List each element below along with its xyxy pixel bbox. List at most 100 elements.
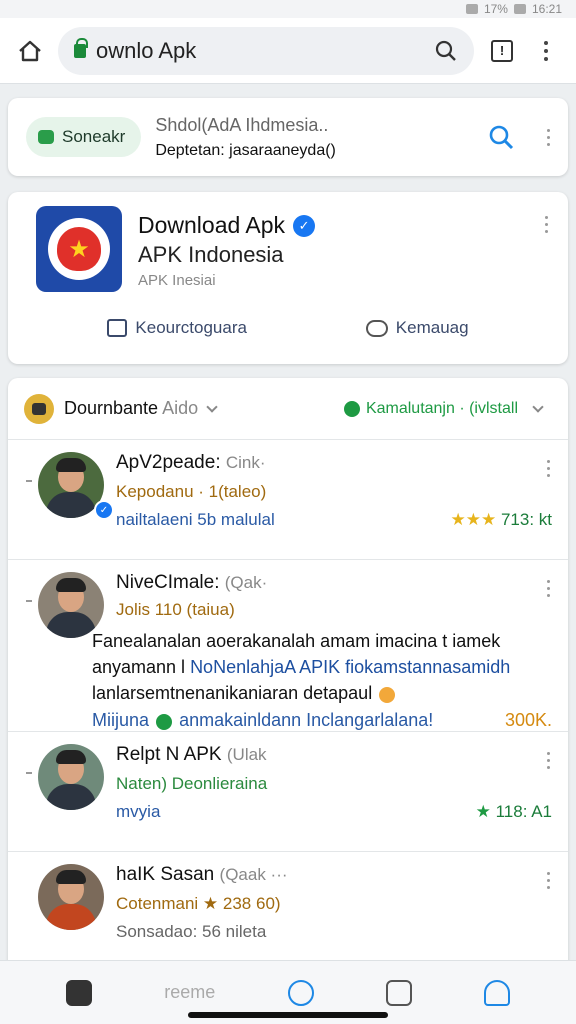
- review-footer: Sonsadao: 56 nileta: [116, 922, 552, 942]
- reviewer-name: NiveCImale:: [116, 572, 220, 593]
- review-name-row: NiveCImale: (Qak·: [116, 572, 552, 594]
- nav-label[interactable]: reeme: [164, 982, 215, 1003]
- app-title: Download Apk: [138, 212, 286, 238]
- review-footer: nailtalaeni 5b malulal ★★★ 713: kt: [116, 510, 552, 530]
- search-query: Shdol(AdA Ihdmesia..: [155, 114, 329, 135]
- app-card: ★ Download Apk ✓ APK Indonesia APK Inesi…: [8, 192, 568, 364]
- review-more-icon[interactable]: [547, 752, 550, 769]
- like-button[interactable]: Keourctoguara: [107, 318, 247, 338]
- review-meta: Kepodanu · 1(taleo): [116, 482, 267, 501]
- app-title-row: Download Apk ✓: [138, 212, 316, 239]
- filter-label: Kamalutanjn · (ivlstall: [365, 399, 518, 417]
- browser-menu-button[interactable]: [530, 35, 562, 67]
- tabs-icon[interactable]: [385, 979, 412, 1006]
- review-body-text: anyamann l: [92, 657, 191, 677]
- review-body-text: anmakainldann Inclangarlalana!: [179, 710, 434, 730]
- review-body-footer: Miijuna anmakainldann Inclangarlalana! 3…: [92, 707, 552, 734]
- tab-switcher-button[interactable]: !: [486, 35, 518, 67]
- camera-icon[interactable]: [66, 979, 93, 1006]
- review-body-link[interactable]: NoNenlahjaA APIK fiokamstannasamidh: [190, 657, 510, 677]
- reviews-card: Dournbante Aido Kamalutanjn · (ivlstall …: [8, 378, 568, 978]
- review-footer: mvyia ★ 118: A1: [116, 802, 552, 822]
- reviewer-name: ApV2peade:: [116, 452, 221, 473]
- reviewer-name: Relpt N APK: [116, 744, 222, 765]
- app-subtitle: APK Indonesia: [138, 242, 284, 267]
- home-button[interactable]: [14, 35, 46, 67]
- sort-avatar: [24, 393, 54, 424]
- review-body-line-2: anyamann l NoNenlahjaA APIK fiokamstanna…: [92, 654, 552, 680]
- rating-value: 713: kt: [500, 510, 552, 529]
- discover-icon[interactable]: [287, 979, 314, 1006]
- search-subtitle: Deptetan: jasaraaneyda(): [155, 141, 336, 159]
- browser-toolbar: ownlo Apk !: [0, 18, 576, 84]
- reviewer-tag: (Qaak ···: [219, 865, 288, 884]
- review-footer-text: mvyia: [116, 802, 161, 821]
- review-more-icon[interactable]: [547, 580, 550, 597]
- address-bar[interactable]: ownlo Apk: [58, 26, 474, 75]
- avatar[interactable]: [38, 864, 104, 930]
- home-icon: [19, 40, 41, 61]
- review-name-row: ApV2peade: Cink·: [116, 452, 552, 474]
- star-icons: ★★★: [450, 510, 497, 529]
- search-card: Soneakr Shdol(AdA Ihdmesia.. Deptetan: j…: [8, 98, 568, 176]
- sort-value[interactable]: Aido: [162, 398, 198, 419]
- search-more-icon[interactable]: [547, 128, 550, 146]
- review-meta: Jolis 110 (taiua): [116, 600, 235, 619]
- review-meta: Cotenmani ★ 238 60): [116, 894, 281, 913]
- thumbs-up-icon: [107, 319, 128, 337]
- reviewer-tag: Cink·: [225, 453, 266, 472]
- clock: 16:21: [531, 2, 562, 16]
- app-more-icon[interactable]: [545, 216, 548, 233]
- signal-icon: [465, 4, 478, 14]
- like-label: Keourctoguara: [135, 318, 247, 337]
- review-item[interactable]: Relpt N APK (Ulak Naten) Deonlieraina mv…: [8, 732, 568, 852]
- review-more-icon[interactable]: [547, 872, 550, 889]
- filter-dropdown[interactable]: Kamalutanjn · (ivlstall: [343, 399, 552, 418]
- review-item[interactable]: ✓ ApV2peade: Cink· Kepodanu · 1(taleo) n…: [8, 440, 568, 560]
- chevron-down-icon: [532, 400, 544, 413]
- review-footer-text: nailtalaeni 5b malulal: [116, 510, 275, 529]
- review-body-text: lanlarsemtnenanikaniaran detapaul: [92, 683, 373, 703]
- search-icon[interactable]: [434, 39, 458, 63]
- comment-icon: [365, 319, 388, 337]
- search-summary[interactable]: Shdol(AdA Ihdmesia.. Deptetan: jasaraane…: [155, 115, 473, 160]
- review-body-text: Miijuna: [92, 710, 150, 730]
- divider-tick: [26, 480, 32, 482]
- search-chip[interactable]: Soneakr: [26, 117, 142, 157]
- review-name-row: haIK Sasan (Qaak ···: [116, 864, 552, 886]
- flame-star-icon: ★: [57, 227, 101, 271]
- search-icon[interactable]: [487, 123, 515, 151]
- review-meta: Naten) Deonlieraina: [116, 774, 268, 793]
- avatar[interactable]: [38, 572, 104, 638]
- verified-icon: ✓: [293, 214, 316, 237]
- review-item[interactable]: NiveCImale: (Qak· Jolis 110 (taiua) Fane…: [8, 560, 568, 732]
- battery-level: 17%: [483, 2, 508, 16]
- lock-icon: [74, 37, 88, 58]
- avatar[interactable]: [38, 744, 104, 810]
- rating-value: 300K.: [504, 710, 552, 730]
- notification-icon[interactable]: [483, 979, 510, 1006]
- emoji-icon: [379, 686, 396, 703]
- app-meta: APK Inesiai: [138, 272, 216, 289]
- comment-button[interactable]: Kemauag: [365, 318, 469, 338]
- review-body: Fanealanalan aoerakanalah amam imacina t…: [92, 628, 552, 734]
- more-vert-icon: [544, 40, 548, 61]
- search-chip-label: Soneakr: [62, 127, 126, 146]
- reviewer-tag: (Ulak: [226, 745, 267, 764]
- home-indicator[interactable]: [188, 1012, 388, 1018]
- reviews-header: Dournbante Aido Kamalutanjn · (ivlstall: [8, 378, 568, 440]
- sort-label[interactable]: Dournbante: [64, 398, 158, 419]
- review-more-icon[interactable]: [547, 460, 550, 477]
- review-footer-text: Sonsadao: 56 nileta: [116, 922, 267, 941]
- review-rating: ★★★ 713: kt: [450, 510, 552, 530]
- review-item[interactable]: haIK Sasan (Qaak ··· Cotenmani ★ 238 60)…: [8, 852, 568, 962]
- app-logo[interactable]: ★: [36, 206, 122, 292]
- comment-label: Kemauag: [395, 318, 469, 337]
- chevron-down-icon[interactable]: [206, 400, 218, 413]
- reviewer-name: haIK Sasan: [116, 864, 215, 885]
- divider-tick: [26, 772, 32, 774]
- check-emoji-icon: [156, 713, 173, 730]
- divider-tick: [26, 600, 32, 602]
- tabs-icon: !: [491, 39, 513, 62]
- rating-value: 118: A1: [495, 802, 552, 821]
